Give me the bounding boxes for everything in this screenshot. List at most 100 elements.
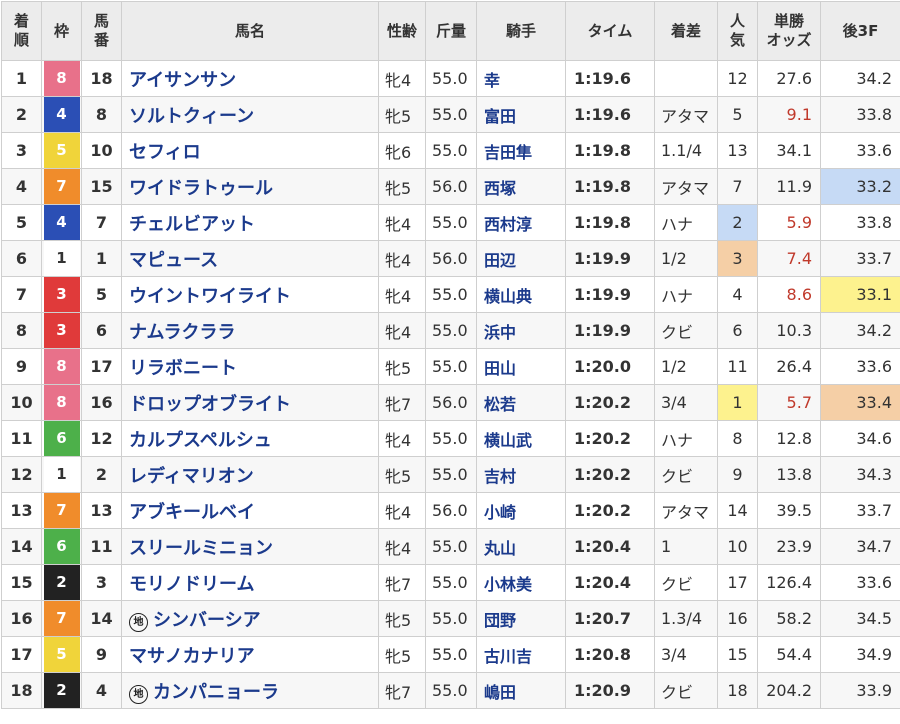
waku-badge: 3	[44, 313, 80, 348]
horse-name-link[interactable]: カルプスペルシュ	[129, 430, 272, 451]
horse-name-cell[interactable]: マピュース	[122, 241, 379, 277]
jockey-link[interactable]: 田山	[477, 349, 566, 385]
jockey-link[interactable]: 西村淳	[477, 205, 566, 241]
horse-name-link[interactable]: スリールミニョン	[129, 538, 273, 559]
jockey-link[interactable]: 横山典	[477, 277, 566, 313]
horse-name-cell[interactable]: 地カンパニョーラ	[122, 673, 379, 709]
horse-name-cell[interactable]: ナムラクララ	[122, 313, 379, 349]
carried-weight: 56.0	[426, 241, 477, 277]
horse-name-link[interactable]: リラボニート	[129, 358, 237, 379]
horse-name-link[interactable]: チェルビアット	[129, 214, 255, 235]
margin: 1.3/4	[655, 601, 718, 637]
horse-name-cell[interactable]: カルプスペルシュ	[122, 421, 379, 457]
header-margin[interactable]: 着差	[655, 2, 718, 61]
jockey-link[interactable]: 古川吉	[477, 637, 566, 673]
jockey-link[interactable]: 吉田隼	[477, 133, 566, 169]
sex-age: 牝4	[379, 205, 426, 241]
horse-name-cell[interactable]: レディマリオン	[122, 457, 379, 493]
jockey-link[interactable]: 団野	[477, 601, 566, 637]
jockey-link[interactable]: 小林美	[477, 565, 566, 601]
carried-weight: 55.0	[426, 313, 477, 349]
horse-name-link[interactable]: モリノドリーム	[129, 574, 254, 595]
horse-name-link[interactable]: マピュース	[129, 250, 218, 271]
horse-number: 10	[82, 133, 122, 169]
jockey-link[interactable]: 西塚	[477, 169, 566, 205]
jockey-link[interactable]: 嶋田	[477, 673, 566, 709]
horse-name-cell[interactable]: チェルビアット	[122, 205, 379, 241]
finish-rank: 3	[2, 133, 42, 169]
horse-number: 18	[82, 61, 122, 97]
finish-rank: 2	[2, 97, 42, 133]
finish-rank: 13	[2, 493, 42, 529]
horse-name-cell[interactable]: アブキールベイ	[122, 493, 379, 529]
horse-name-link[interactable]: アブキールベイ	[129, 502, 255, 523]
waku-badge: 6	[44, 529, 80, 564]
horse-name-link[interactable]: アイサンサン	[129, 70, 236, 91]
horse-number: 9	[82, 637, 122, 673]
finish-rank: 9	[2, 349, 42, 385]
horse-name-cell[interactable]: スリールミニョン	[122, 529, 379, 565]
sex-age: 牝5	[379, 601, 426, 637]
jockey-link[interactable]: 松若	[477, 385, 566, 421]
header-popularity[interactable]: 人気	[718, 2, 758, 61]
header-sex-age[interactable]: 性齢	[379, 2, 426, 61]
last-3f: 34.7	[821, 529, 900, 565]
header-row: 着順 枠 馬番 馬名 性齢 斤量 騎手 タイム 着差 人気 単勝オッズ 後3F	[2, 2, 900, 61]
sex-age: 牝6	[379, 133, 426, 169]
header-umaban[interactable]: 馬番	[82, 2, 122, 61]
margin: 3/4	[655, 385, 718, 421]
jockey-link[interactable]: 田辺	[477, 241, 566, 277]
horse-name-link[interactable]: セフィロ	[129, 142, 201, 163]
horse-name-cell[interactable]: マサノカナリア	[122, 637, 379, 673]
waku-badge: 3	[44, 277, 80, 312]
jockey-link[interactable]: 横山武	[477, 421, 566, 457]
margin: クビ	[655, 673, 718, 709]
horse-name-cell[interactable]: リラボニート	[122, 349, 379, 385]
header-rank[interactable]: 着順	[2, 2, 42, 61]
horse-name-cell[interactable]: アイサンサン	[122, 61, 379, 97]
horse-name-cell[interactable]: モリノドリーム	[122, 565, 379, 601]
horse-name-link[interactable]: ドロップオブライト	[129, 394, 291, 415]
popularity: 15	[718, 637, 758, 673]
jockey-link[interactable]: 吉村	[477, 457, 566, 493]
horse-name-cell[interactable]: ドロップオブライト	[122, 385, 379, 421]
jockey-link[interactable]: 富田	[477, 97, 566, 133]
header-jockey[interactable]: 騎手	[477, 2, 566, 61]
horse-name-link[interactable]: ウイントワイライト	[129, 286, 291, 307]
horse-number: 12	[82, 421, 122, 457]
last-3f: 34.3	[821, 457, 900, 493]
finish-time: 1:20.2	[566, 493, 655, 529]
horse-name-link[interactable]: シンバーシア	[153, 610, 261, 631]
header-waku[interactable]: 枠	[42, 2, 82, 61]
header-horse[interactable]: 馬名	[122, 2, 379, 61]
jockey-link[interactable]: 丸山	[477, 529, 566, 565]
sex-age: 牝4	[379, 61, 426, 97]
horse-name-link[interactable]: マサノカナリア	[129, 646, 255, 667]
finish-rank: 11	[2, 421, 42, 457]
waku-badge: 7	[44, 493, 80, 528]
horse-name-link[interactable]: カンパニョーラ	[153, 682, 279, 703]
sex-age: 牝7	[379, 565, 426, 601]
waku-badge: 8	[44, 349, 80, 384]
header-weight[interactable]: 斤量	[426, 2, 477, 61]
horse-name-link[interactable]: ナムラクララ	[129, 322, 236, 343]
horse-number: 3	[82, 565, 122, 601]
jockey-link[interactable]: 幸	[477, 61, 566, 97]
horse-name-cell[interactable]: ソルトクィーン	[122, 97, 379, 133]
table-row: 547チェルビアット牝455.0西村淳1:19.8ハナ25.933.8	[2, 205, 900, 241]
margin: アタマ	[655, 169, 718, 205]
header-last3f[interactable]: 後3F	[821, 2, 900, 61]
jockey-link[interactable]: 浜中	[477, 313, 566, 349]
horse-name-cell[interactable]: 地シンバーシア	[122, 601, 379, 637]
horse-name-link[interactable]: レディマリオン	[129, 466, 254, 487]
finish-rank: 4	[2, 169, 42, 205]
horse-name-link[interactable]: ソルトクィーン	[129, 106, 254, 127]
jockey-link[interactable]: 小崎	[477, 493, 566, 529]
header-time[interactable]: タイム	[566, 2, 655, 61]
horse-name-link[interactable]: ワイドラトゥール	[129, 178, 273, 199]
last-3f: 33.8	[821, 205, 900, 241]
horse-name-cell[interactable]: ワイドラトゥール	[122, 169, 379, 205]
header-odds[interactable]: 単勝オッズ	[758, 2, 821, 61]
horse-name-cell[interactable]: セフィロ	[122, 133, 379, 169]
horse-name-cell[interactable]: ウイントワイライト	[122, 277, 379, 313]
